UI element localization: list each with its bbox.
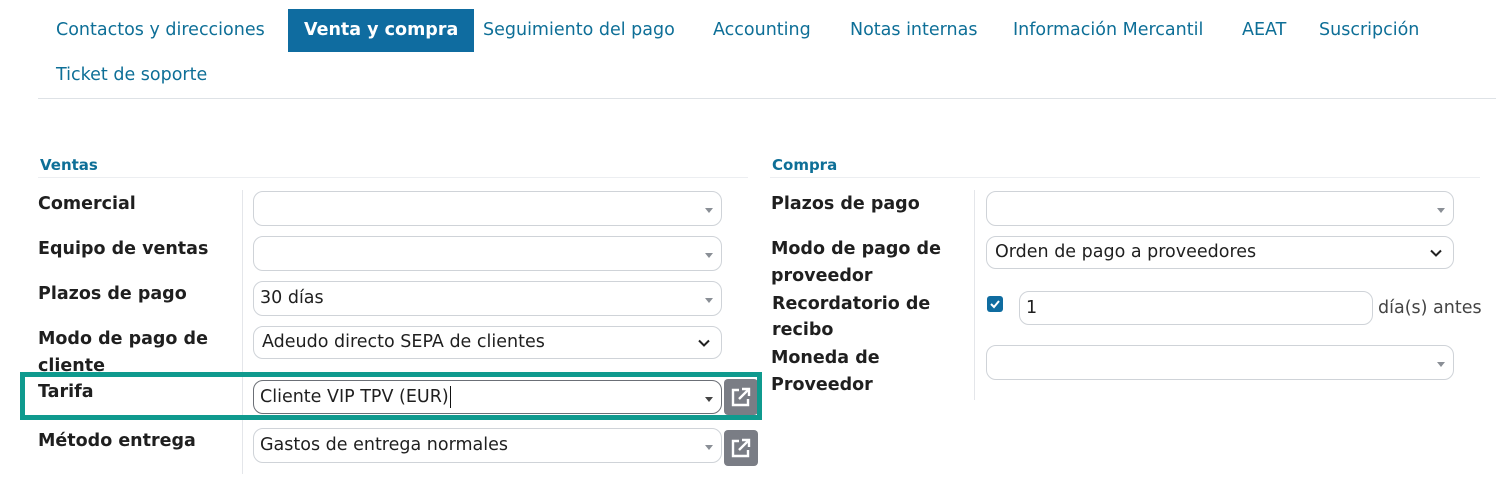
metodo-entrega-external-link-button[interactable] (724, 430, 758, 466)
dropdown-caret-icon (1437, 362, 1445, 367)
tab-aeat[interactable]: AEAT (1242, 9, 1286, 52)
comercial-select[interactable] (253, 191, 722, 226)
external-link-icon (731, 438, 751, 458)
tab-accounting[interactable]: Accounting (713, 9, 811, 52)
label-recordatorio-recibo: Recordatorio de recibo (772, 294, 931, 340)
checkmark-icon (990, 300, 1000, 309)
tab-contactos[interactable]: Contactos y direcciones (56, 9, 265, 52)
dropdown-caret-icon (705, 208, 713, 213)
label-column-divider (242, 190, 243, 474)
modo-pago-cliente-value: Adeudo directo SEPA de clientes (262, 332, 545, 352)
section-title-compra: Compra (772, 156, 838, 174)
moneda-proveedor-select[interactable] (986, 345, 1454, 380)
metodo-entrega-select[interactable]: Gastos de entrega normales (253, 428, 722, 463)
compra-plazos-pago-select[interactable] (986, 191, 1454, 226)
tab-bar: Contactos y direcciones Venta y compra S… (38, 0, 1496, 99)
tab-notas-internas[interactable]: Notas internas (850, 9, 977, 52)
label-moneda-proveedor: Moneda de Proveedor (771, 348, 880, 395)
label-compra-plazos-pago: Plazos de pago (771, 194, 920, 214)
modo-pago-proveedor-value: Orden de pago a proveedores (995, 242, 1257, 262)
tab-venta-compra[interactable]: Venta y compra (288, 9, 475, 52)
chevron-down-icon (1430, 249, 1442, 257)
tab-informacion-mercantil[interactable]: Información Mercantil (1013, 9, 1203, 52)
dropdown-caret-icon (705, 445, 713, 450)
recordatorio-days-input[interactable]: 1 (1019, 291, 1373, 325)
tab-ticket-soporte[interactable]: Ticket de soporte (56, 54, 207, 97)
chevron-down-icon (698, 339, 710, 347)
label-column-divider (974, 190, 975, 400)
dropdown-caret-icon (705, 253, 713, 258)
section-divider (770, 177, 1480, 178)
recordatorio-days-value: 1 (1026, 298, 1038, 318)
plazos-pago-select[interactable]: 30 días (253, 281, 722, 316)
label-metodo-entrega: Método entrega (38, 431, 196, 451)
label-modo-pago-proveedor: Modo de pago de proveedor (771, 239, 941, 286)
plazos-pago-value: 30 días (260, 288, 324, 308)
modo-pago-proveedor-select[interactable]: Orden de pago a proveedores (986, 236, 1454, 269)
recordatorio-suffix: día(s) antes (1378, 298, 1482, 318)
equipo-ventas-select[interactable] (253, 236, 722, 271)
dropdown-caret-icon (1437, 208, 1445, 213)
modo-pago-cliente-select[interactable]: Adeudo directo SEPA de clientes (253, 326, 722, 359)
metodo-entrega-value: Gastos de entrega normales (260, 435, 508, 455)
tab-seguimiento-pago[interactable]: Seguimiento del pago (483, 9, 675, 52)
recordatorio-checkbox[interactable] (987, 296, 1003, 312)
label-plazos-pago: Plazos de pago (38, 284, 187, 304)
label-equipo-ventas: Equipo de ventas (38, 239, 209, 259)
section-divider (38, 177, 748, 178)
section-title-ventas: Ventas (40, 156, 98, 174)
tab-suscripcion[interactable]: Suscripción (1319, 9, 1419, 52)
highlight-box (20, 372, 762, 420)
label-comercial: Comercial (38, 194, 136, 214)
dropdown-caret-icon (705, 298, 713, 303)
